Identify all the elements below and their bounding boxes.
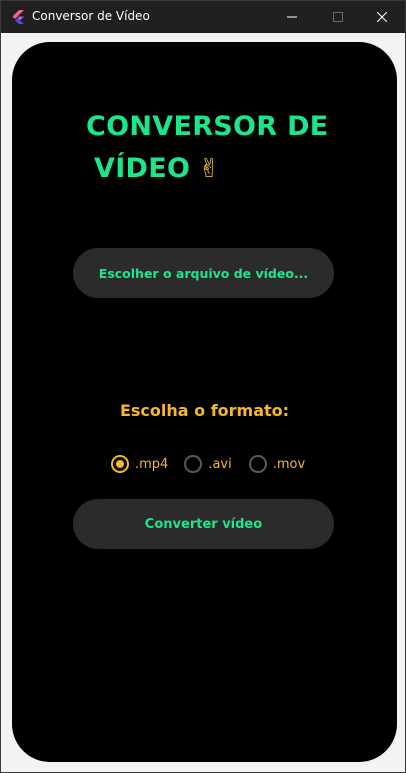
minimize-icon	[287, 16, 297, 18]
format-option-mov[interactable]: .mov	[248, 455, 306, 473]
format-option-avi[interactable]: .avi	[184, 455, 232, 473]
format-option-mov-label: .mov	[272, 456, 306, 472]
victory-hand-emoji-icon: ✌	[198, 154, 221, 184]
format-option-avi-label: .avi	[208, 456, 232, 472]
client-area: CONVERSOR DE VÍDEO ✌ Escolher o arquivo d…	[1, 33, 405, 772]
app-window: Conversor de Vídeo CONVERSOR DE VÍDEO✌	[0, 0, 406, 773]
page-title: CONVERSOR DE VÍDEO ✌	[86, 106, 346, 190]
close-button[interactable]	[359, 1, 405, 33]
maximize-button[interactable]	[315, 1, 361, 33]
format-radio-group: .mp4 .avi .mov	[111, 454, 305, 474]
radio-button-avi[interactable]	[184, 455, 203, 473]
minimize-button[interactable]	[269, 1, 315, 33]
maximize-icon	[333, 12, 343, 22]
title-line-2: VÍDEO	[94, 153, 191, 184]
flutter-logo-icon	[12, 10, 24, 24]
choose-file-button[interactable]: Escolher o arquivo de vídeo...	[73, 248, 334, 298]
format-label: Escolha o formato:	[119, 401, 290, 420]
format-option-mp4[interactable]: .mp4	[111, 455, 168, 473]
radio-button-mp4[interactable]	[111, 455, 129, 473]
close-icon	[377, 12, 387, 22]
radio-button-mov[interactable]	[248, 455, 267, 473]
format-option-mp4-label: .mp4	[135, 456, 169, 472]
title-bar[interactable]: Conversor de Vídeo	[1, 1, 405, 33]
app-container: CONVERSOR DE VÍDEO ✌ Escolher o arquivo d…	[12, 42, 397, 762]
title-line-2-wrapper: VÍDEO ✌	[86, 148, 346, 190]
window-title: Conversor de Vídeo	[32, 9, 150, 23]
convert-video-label: Converter vídeo	[144, 516, 263, 532]
choose-file-label: Escolher o arquivo de vídeo...	[98, 265, 309, 281]
convert-video-button[interactable]: Converter vídeo	[73, 499, 334, 549]
title-line-1: CONVERSOR DE	[86, 111, 329, 142]
